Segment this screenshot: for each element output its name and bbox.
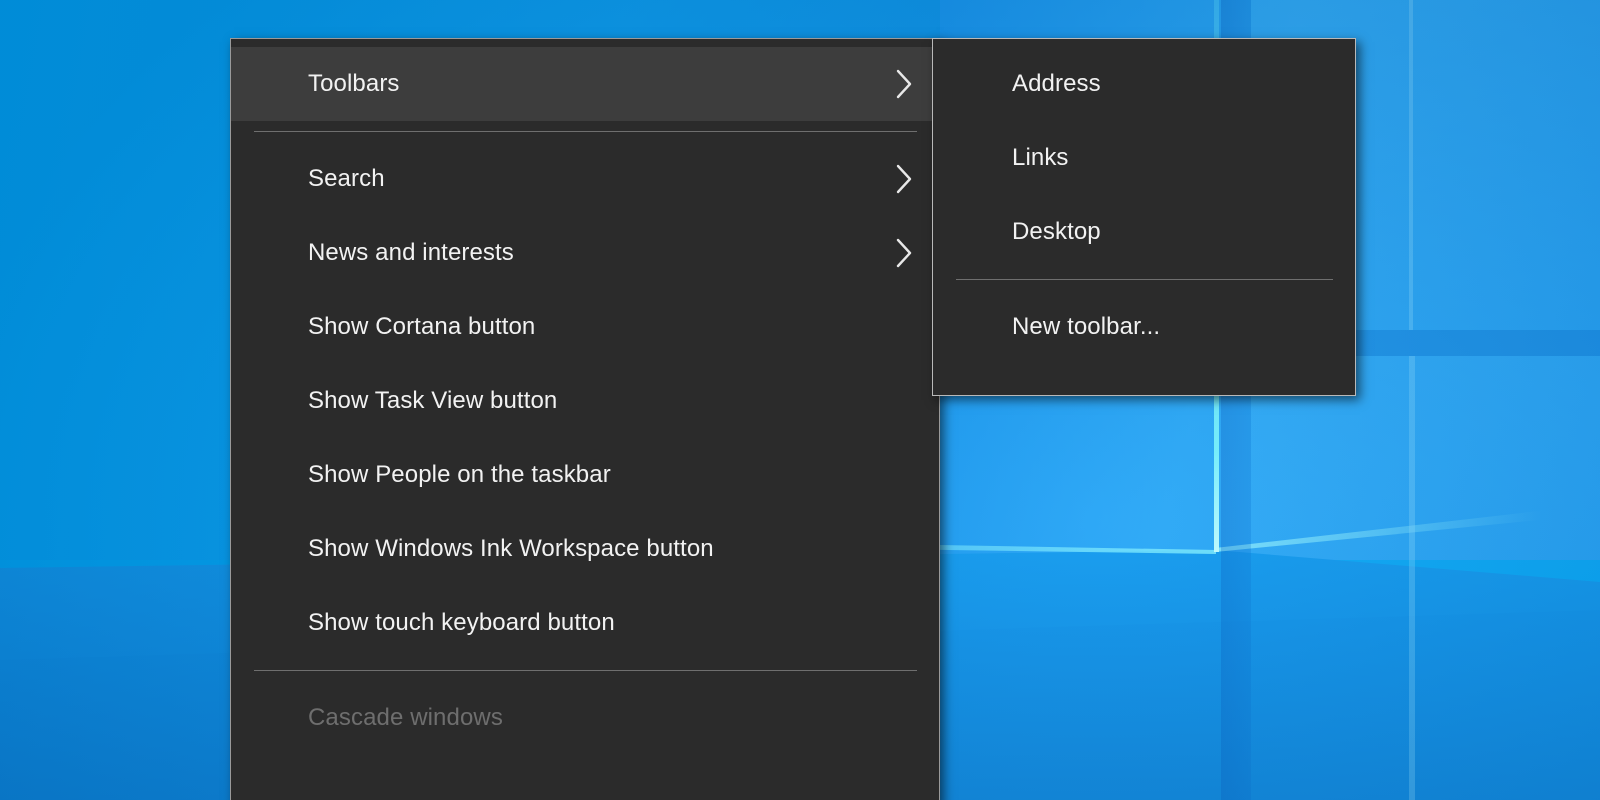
menu-item-toolbars[interactable]: Toolbars xyxy=(231,47,939,121)
menu-item-show-touch-keyboard-button[interactable]: Show touch keyboard button xyxy=(231,586,939,660)
submenu-item-links[interactable]: Links xyxy=(933,121,1355,195)
menu-item-label: Show People on the taskbar xyxy=(308,463,611,487)
menu-item-cascade-windows: Cascade windows xyxy=(231,681,939,755)
menu-item-label: Search xyxy=(308,167,385,191)
submenu-item-label: Links xyxy=(1012,146,1069,170)
submenu-item-address[interactable]: Address xyxy=(933,47,1355,121)
submenu-item-new-toolbar[interactable]: New toolbar... xyxy=(933,290,1355,364)
submenu-item-label: Desktop xyxy=(1012,220,1101,244)
submenu-item-desktop[interactable]: Desktop xyxy=(933,195,1355,269)
menu-item-search[interactable]: Search xyxy=(231,142,939,216)
menu-item-label: News and interests xyxy=(308,241,514,265)
menu-item-label: Toolbars xyxy=(308,72,400,96)
submenu-item-label: Address xyxy=(1012,72,1101,96)
menu-item-show-people-on-the-taskbar[interactable]: Show People on the taskbar xyxy=(231,438,939,512)
submenu-item-label: New toolbar... xyxy=(1012,315,1160,339)
menu-item-label: Show Windows Ink Workspace button xyxy=(308,537,714,561)
chevron-right-icon xyxy=(893,67,915,101)
chevron-right-icon xyxy=(893,162,915,196)
menu-separator-bottom xyxy=(254,670,917,671)
toolbars-submenu: Address Links Desktop New toolbar... xyxy=(932,38,1356,396)
menu-item-label: Cascade windows xyxy=(308,706,503,730)
menu-item-label: Show Cortana button xyxy=(308,315,535,339)
submenu-separator xyxy=(956,279,1333,280)
menu-item-label: Show Task View button xyxy=(308,389,557,413)
chevron-right-icon xyxy=(893,236,915,270)
menu-item-show-task-view-button[interactable]: Show Task View button xyxy=(231,364,939,438)
menu-item-label: Show touch keyboard button xyxy=(308,611,615,635)
taskbar-context-menu: Toolbars Search News and interests Show … xyxy=(230,38,940,800)
menu-separator-top xyxy=(254,131,917,132)
menu-item-show-cortana-button[interactable]: Show Cortana button xyxy=(231,290,939,364)
menu-item-news-and-interests[interactable]: News and interests xyxy=(231,216,939,290)
menu-item-show-windows-ink-workspace-button[interactable]: Show Windows Ink Workspace button xyxy=(231,512,939,586)
